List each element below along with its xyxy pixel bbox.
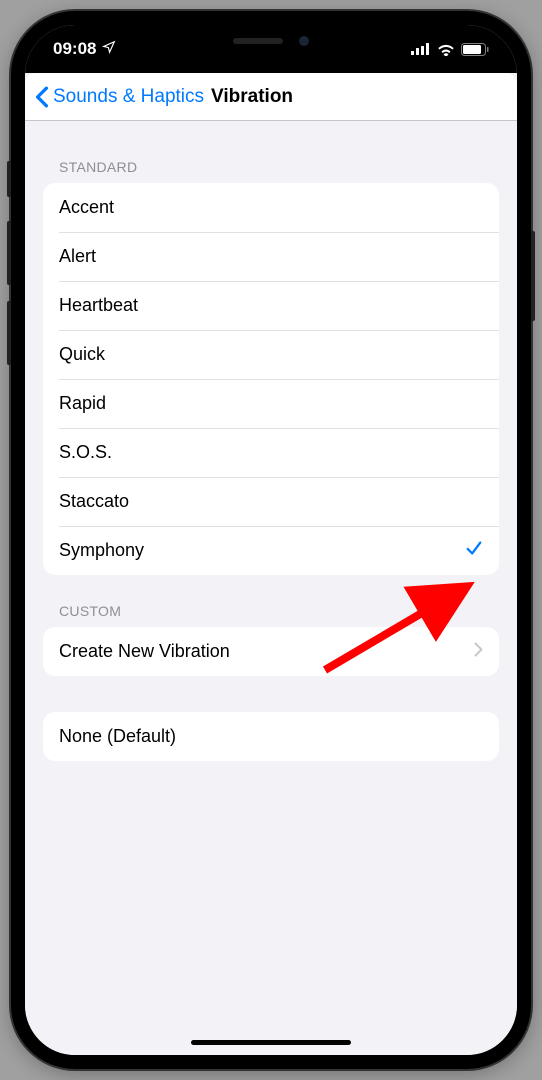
list-item-label: Alert: [59, 246, 96, 267]
list-item-label: Create New Vibration: [59, 641, 230, 662]
volume-down-button: [7, 301, 11, 365]
list-item-label: Symphony: [59, 540, 144, 561]
none-list: None (Default): [43, 712, 499, 761]
vibration-option-heartbeat[interactable]: Heartbeat: [43, 281, 499, 330]
back-button[interactable]: Sounds & Haptics: [35, 86, 204, 108]
custom-list: Create New Vibration: [43, 627, 499, 676]
settings-list: Standard Accent Alert Heartbeat Quick: [25, 121, 517, 761]
list-item-label: Heartbeat: [59, 295, 138, 316]
location-arrow-icon: [102, 39, 116, 59]
vibration-option-none[interactable]: None (Default): [43, 712, 499, 761]
vibration-option-alert[interactable]: Alert: [43, 232, 499, 281]
notch: [161, 25, 381, 57]
vibration-option-accent[interactable]: Accent: [43, 183, 499, 232]
list-item-label: Staccato: [59, 491, 129, 512]
wifi-icon: [437, 43, 455, 56]
list-item-label: Quick: [59, 344, 105, 365]
power-button: [531, 231, 535, 321]
status-time: 09:08: [53, 39, 96, 59]
chevron-right-icon: [474, 641, 483, 662]
vibration-option-rapid[interactable]: Rapid: [43, 379, 499, 428]
vibration-option-symphony[interactable]: Symphony: [43, 526, 499, 575]
create-new-vibration-button[interactable]: Create New Vibration: [43, 627, 499, 676]
section-header-standard: Standard: [43, 121, 499, 183]
volume-up-button: [7, 221, 11, 285]
cellular-signal-icon: [411, 43, 431, 55]
home-indicator[interactable]: [191, 1040, 351, 1045]
list-item-label: Rapid: [59, 393, 106, 414]
nav-bar: Sounds & Haptics Vibration: [25, 73, 517, 121]
phone-frame: 09:08: [11, 11, 531, 1069]
mute-switch: [7, 161, 11, 197]
page-title: Vibration: [211, 86, 293, 108]
vibration-option-quick[interactable]: Quick: [43, 330, 499, 379]
vibration-option-sos[interactable]: S.O.S.: [43, 428, 499, 477]
checkmark-icon: [465, 539, 483, 562]
back-label: Sounds & Haptics: [53, 86, 204, 108]
list-item-label: None (Default): [59, 726, 176, 747]
chevron-left-icon: [35, 86, 49, 108]
standard-list: Accent Alert Heartbeat Quick Rapid: [43, 183, 499, 575]
list-item-label: S.O.S.: [59, 442, 112, 463]
list-item-label: Accent: [59, 197, 114, 218]
screen: 09:08: [25, 25, 517, 1055]
battery-icon: [461, 43, 489, 56]
section-header-custom: Custom: [43, 575, 499, 627]
vibration-option-staccato[interactable]: Staccato: [43, 477, 499, 526]
